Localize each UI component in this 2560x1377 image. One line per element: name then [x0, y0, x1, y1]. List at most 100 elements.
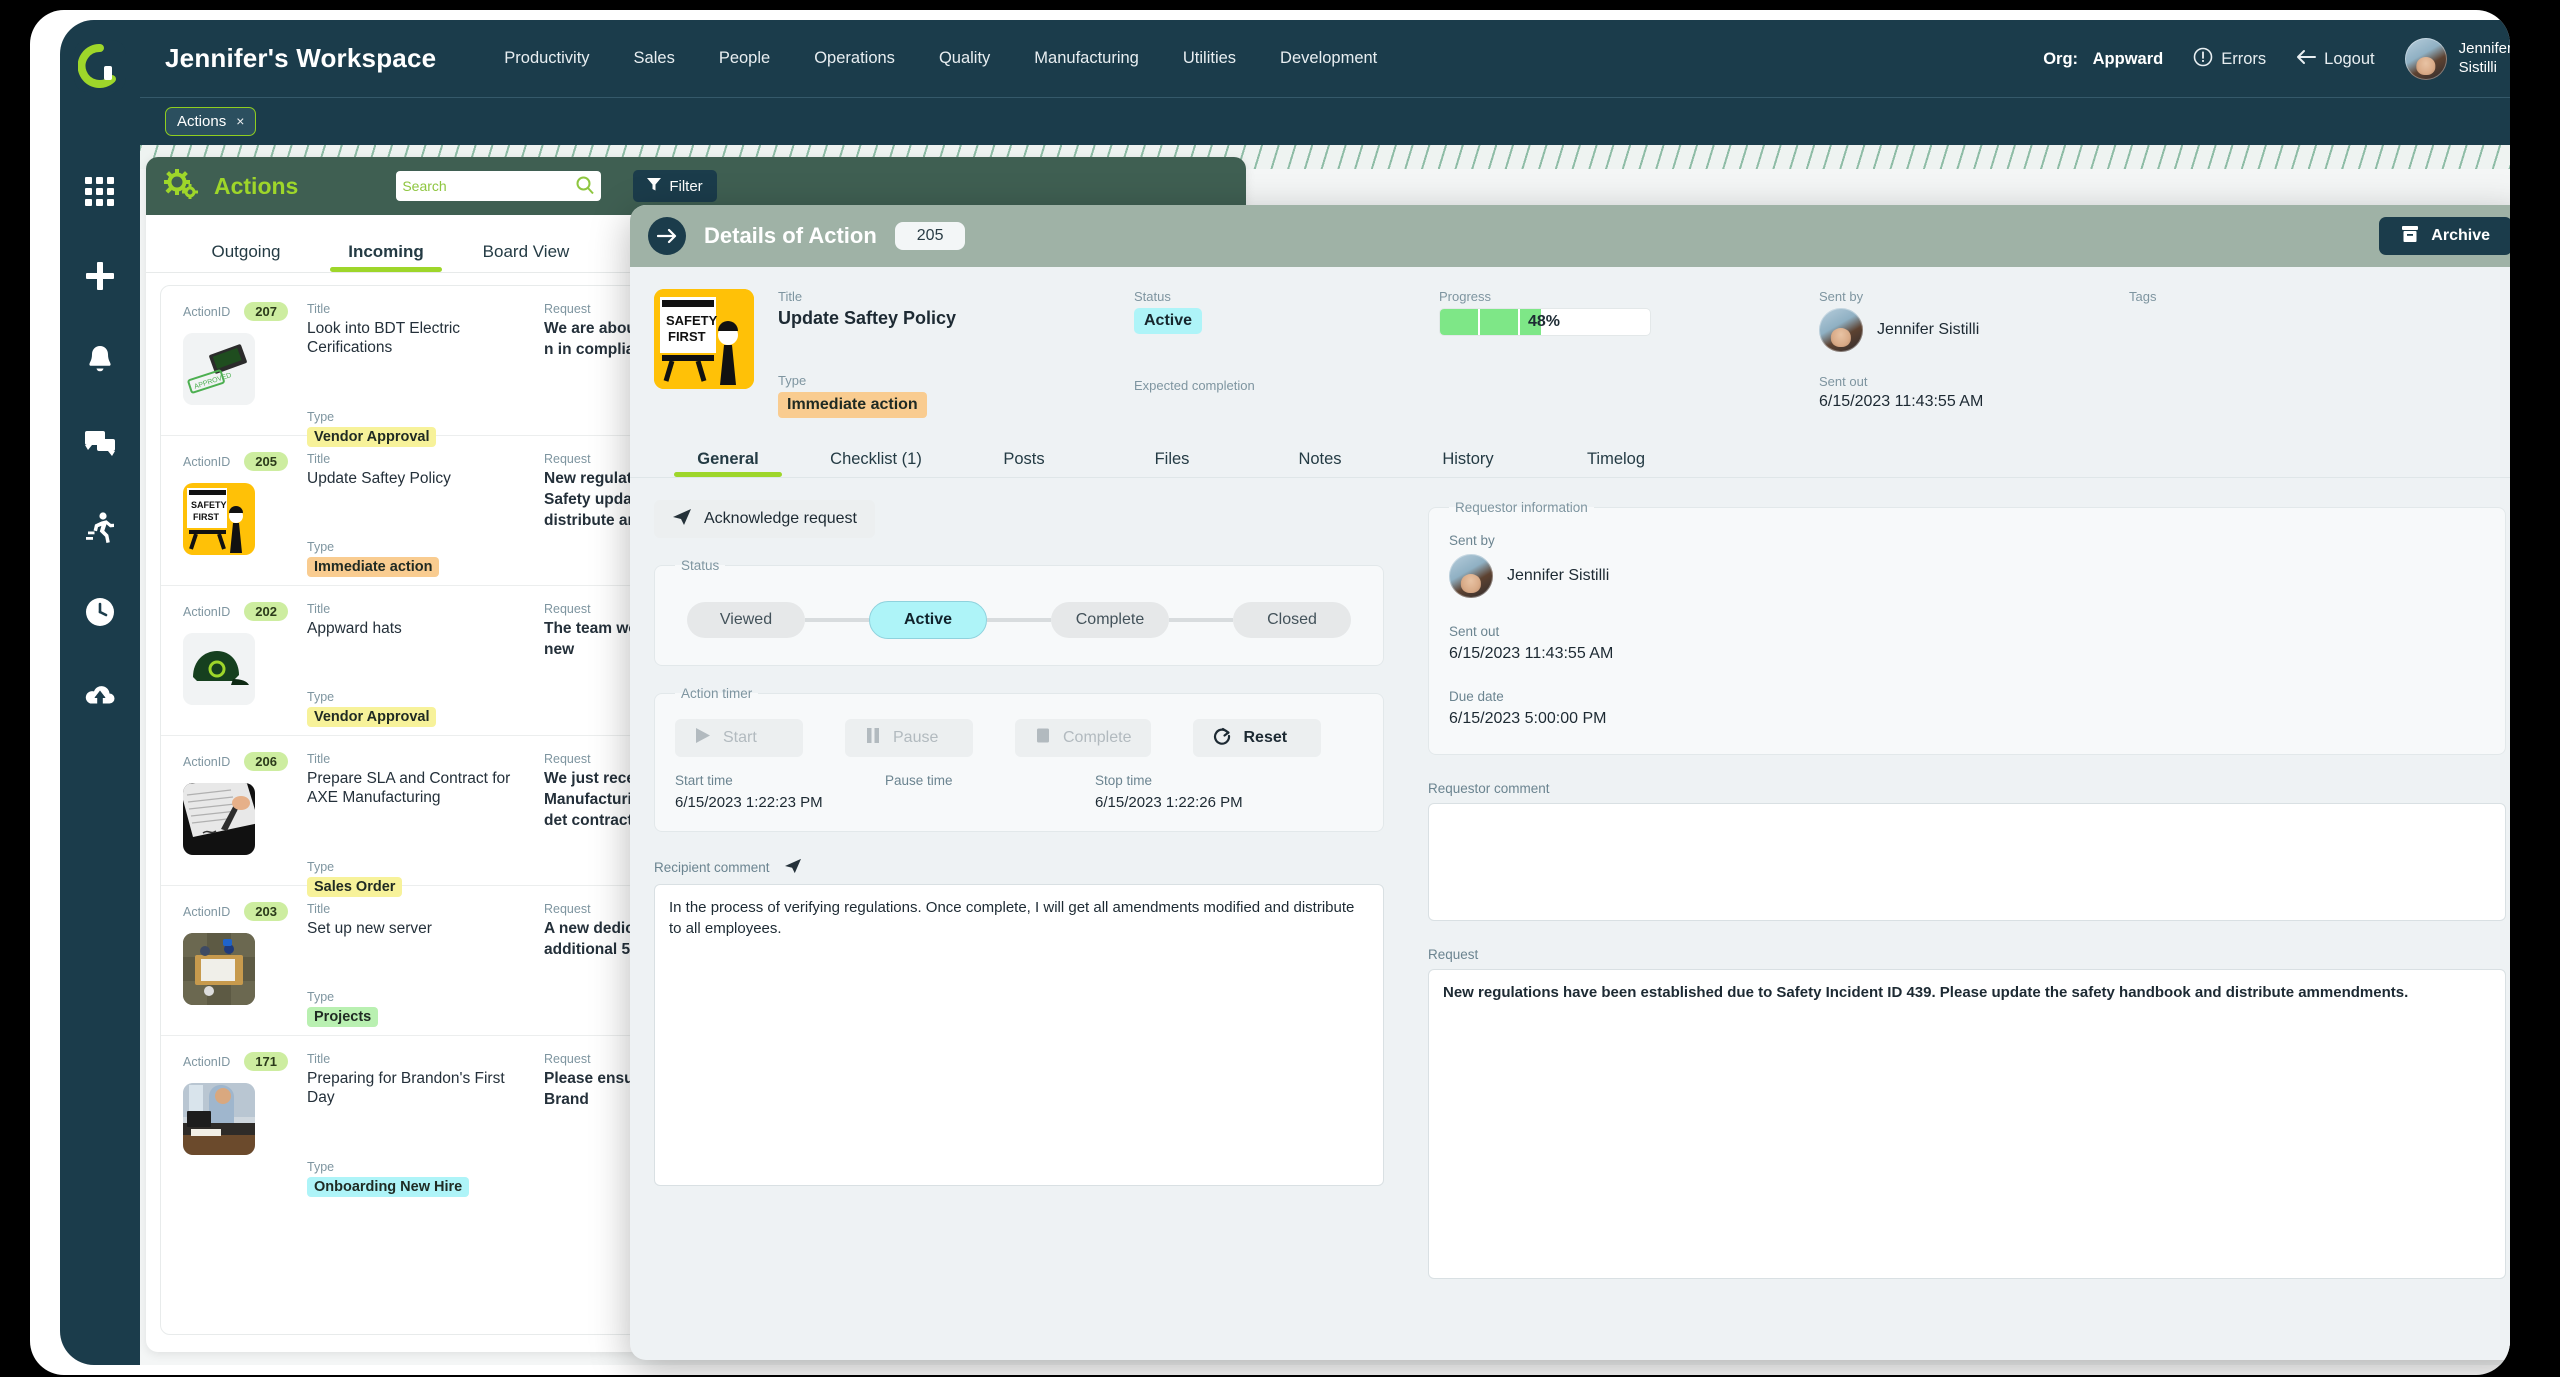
- status-step-viewed[interactable]: Viewed: [687, 602, 805, 638]
- send-paper-plane-icon[interactable]: [784, 858, 802, 877]
- row-title-column: Title Appward hats Type Vendor Approval: [299, 602, 534, 728]
- archive-button[interactable]: Archive: [2379, 217, 2510, 255]
- timer-reset-button[interactable]: Reset: [1193, 719, 1322, 757]
- tab-general[interactable]: General: [654, 450, 802, 477]
- row-thumbnail: [183, 1083, 255, 1155]
- nav-link-people[interactable]: People: [719, 49, 770, 68]
- title-label: Title: [307, 302, 331, 316]
- requestor-sent-by-value: Jennifer Sistilli: [1507, 567, 1610, 584]
- timer-start-button[interactable]: Start: [675, 719, 803, 757]
- sent-out-label: Sent out: [1819, 374, 1868, 389]
- cloud-upload-icon[interactable]: [60, 654, 140, 738]
- list-tab-board-view[interactable]: Board View: [456, 242, 596, 272]
- logout-button[interactable]: Logout: [2296, 49, 2375, 70]
- progress-fill: [1440, 309, 1541, 335]
- acknowledge-request-button[interactable]: Acknowledge request: [654, 500, 875, 538]
- search-box[interactable]: [396, 171, 602, 201]
- timer-time-label: Start time: [675, 773, 733, 788]
- nav-link-operations[interactable]: Operations: [814, 49, 895, 68]
- nav-link-quality[interactable]: Quality: [939, 49, 990, 68]
- app-logo[interactable]: [74, 40, 126, 92]
- row-title-column: Title Update Saftey Policy Type Immediate a…: [299, 452, 534, 578]
- details-of-action-panel: Details of Action 205 Archive SAFETY FIR…: [630, 205, 2510, 1360]
- type-label: Type: [307, 990, 335, 1005]
- step-connector: [987, 618, 1051, 622]
- list-tab-outgoing[interactable]: Outgoing: [176, 242, 316, 272]
- tab-posts[interactable]: Posts: [950, 450, 1098, 477]
- workspace-title: Jennifer's Workspace: [165, 43, 437, 73]
- avatar: [2404, 38, 2447, 80]
- user-first-name: Jennifer: [2458, 40, 2510, 58]
- nav-link-manufacturing[interactable]: Manufacturing: [1034, 49, 1139, 68]
- action-id-label: ActionID: [183, 454, 231, 469]
- row-title: Appward hats: [307, 620, 402, 637]
- tab-notes[interactable]: Notes: [1246, 450, 1394, 477]
- title-label: Title: [307, 1052, 331, 1066]
- row-id-column: ActionID 171: [183, 1052, 299, 1170]
- tab-files[interactable]: Files: [1098, 450, 1246, 477]
- action-id-label: ActionID: [183, 754, 231, 769]
- requestor-fieldset-label: Requestor information: [1455, 500, 1588, 515]
- status-fieldset-label: Status: [681, 558, 720, 573]
- grid-icon[interactable]: [60, 150, 140, 234]
- list-tab-incoming[interactable]: Incoming: [316, 242, 456, 272]
- chat-icon[interactable]: [60, 402, 140, 486]
- tab-timelog[interactable]: Timelog: [1542, 450, 1690, 477]
- runner-icon[interactable]: [60, 486, 140, 570]
- plus-icon[interactable]: [60, 234, 140, 318]
- row-title: Update Saftey Policy: [307, 470, 451, 487]
- row-thumbnail: APPROVED: [183, 333, 255, 405]
- row-thumbnail: SAFETY FIRST: [183, 483, 255, 555]
- status-step-complete[interactable]: Complete: [1051, 602, 1169, 638]
- bell-icon[interactable]: [60, 318, 140, 402]
- nav-link-sales[interactable]: Sales: [634, 49, 675, 68]
- search-input[interactable]: [402, 173, 571, 199]
- details-summary-row: SAFETY FIRST Title Update Saftey Policy …: [630, 267, 2510, 424]
- row-title-column: Title Prepare SLA and Contract for AXE Ma…: [299, 752, 534, 897]
- row-title: Prepare SLA and Contract for AXE Manufac…: [307, 770, 511, 807]
- timer-time-label: Pause time: [885, 773, 953, 788]
- title-label: Title: [307, 902, 331, 916]
- nav-link-productivity[interactable]: Productivity: [504, 49, 589, 68]
- filter-button[interactable]: Filter: [633, 170, 717, 202]
- timer-complete-button[interactable]: Complete: [1015, 719, 1152, 757]
- status-step-closed[interactable]: Closed: [1233, 602, 1351, 638]
- tab-history[interactable]: History: [1394, 450, 1542, 477]
- requestor-sent-out-label: Sent out: [1449, 624, 1500, 639]
- timer-pause-button[interactable]: Pause: [845, 719, 973, 757]
- action-id-badge: 205: [244, 452, 288, 471]
- requestor-comment-group: Requestor comment: [1428, 781, 2506, 921]
- user-menu[interactable]: Jennifer Sistilli: [2404, 38, 2510, 80]
- requestor-sent-out-value: 6/15/2023 11:43:55 AM: [1449, 645, 1614, 662]
- recipient-comment-input[interactable]: In the process of verifying regulations.…: [654, 884, 1384, 1186]
- row-type-chip: Vendor Approval: [307, 426, 437, 447]
- status-stepper: Viewed Active Complete Closed: [675, 591, 1363, 645]
- row-id-column: ActionID 207 APPROVED: [183, 302, 299, 419]
- search-icon[interactable]: [575, 175, 595, 200]
- action-id-label: ActionID: [183, 904, 231, 919]
- summary-progress: Progress 48%: [1439, 289, 1819, 418]
- action-id-badge: 171: [244, 1052, 288, 1071]
- nav-link-development[interactable]: Development: [1280, 49, 1377, 68]
- clock-icon[interactable]: [60, 570, 140, 654]
- close-icon[interactable]: ×: [236, 113, 244, 129]
- requestor-comment-input[interactable]: [1428, 803, 2506, 921]
- recipient-comment-label-row: Recipient comment: [654, 858, 1384, 877]
- tab-checklist-1[interactable]: Checklist (1): [802, 450, 950, 477]
- archive-label: Archive: [2431, 227, 2490, 244]
- row-id-column: ActionID 203: [183, 902, 299, 1019]
- requestor-sent-out-field: Sent out 6/15/2023 11:43:55 AM: [1449, 624, 2485, 663]
- nav-link-utilities[interactable]: Utilities: [1183, 49, 1236, 68]
- row-title: Look into BDT Electric Cerifications: [307, 320, 461, 357]
- gears-icon: [164, 168, 198, 204]
- back-arrow-button[interactable]: [648, 217, 686, 255]
- details-body: Acknowledge request Status Viewed Active C…: [630, 478, 2510, 1279]
- errors-button[interactable]: Errors: [2193, 47, 2266, 72]
- row-thumbnail: [183, 633, 255, 705]
- type-label: Type: [307, 540, 335, 555]
- step-connector: [1169, 618, 1233, 622]
- title-label: Title: [307, 452, 331, 466]
- org-label: Org: Appward: [2043, 50, 2163, 69]
- status-step-active[interactable]: Active: [869, 601, 987, 639]
- open-tab-actions[interactable]: Actions ×: [165, 106, 257, 136]
